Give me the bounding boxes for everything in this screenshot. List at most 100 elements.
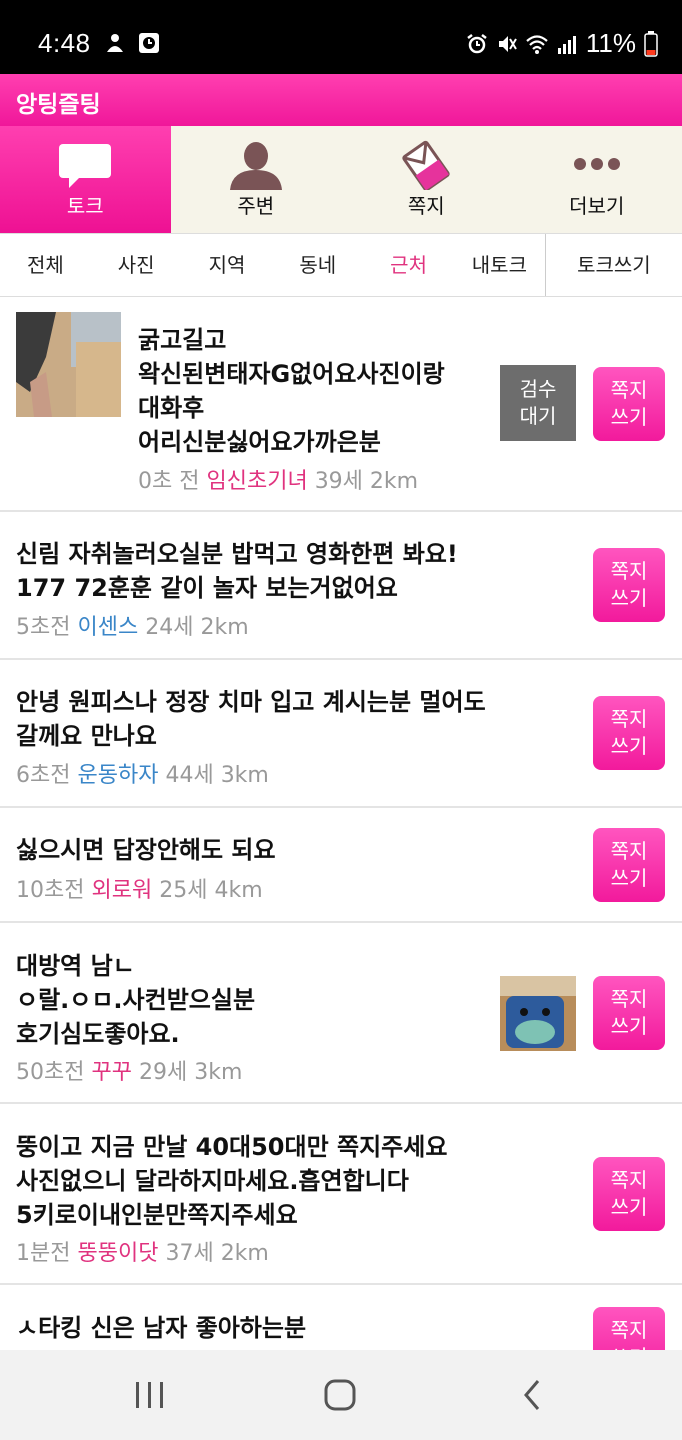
back-icon[interactable] [502, 1370, 562, 1420]
post-meta: 0초 전 임신초기녀 39세 2km [138, 463, 418, 495]
post-text-line: 갈께요 만나요 [16, 722, 157, 750]
post-distance: 4km [214, 878, 263, 903]
home-icon[interactable] [310, 1370, 370, 1420]
post-age: 37세 [165, 1241, 214, 1266]
subtab-photo[interactable]: 사진 [91, 234, 182, 296]
send-message-button[interactable]: 쪽지 쓰기 [593, 1157, 665, 1231]
send-message-button[interactable]: 쪽지 쓰기 [593, 548, 665, 622]
post-distance: 3km [194, 1060, 243, 1085]
post-photo-thumbnail[interactable] [500, 976, 576, 1051]
post-time: 50초전 [16, 1060, 85, 1085]
button-label-line2: 쓰기 [610, 734, 648, 758]
photo-image [16, 312, 121, 417]
post-photo-thumbnail[interactable] [16, 312, 121, 417]
battery-icon [644, 30, 658, 57]
list-item[interactable]: 뚱이고 지금 만날 40대50대만 쪽지주세요 사진없으니 달라하지마세요.흡연… [0, 1104, 682, 1285]
post-time: 6초전 [16, 763, 71, 788]
list-item[interactable]: 대방역 남ㄴ ㅇ랄.ㅇㅁ.사컨받으실분 호기심도좋아요. 50초전 꾸꾸 29세… [0, 923, 682, 1104]
subtab-my-talk[interactable]: 내토크 [454, 234, 545, 296]
button-label-line1: 쪽지 [610, 559, 648, 583]
tab-nearby[interactable]: 주변 [171, 126, 342, 233]
post-nickname[interactable]: 운동하자 [77, 763, 158, 788]
post-distance: 2km [200, 615, 249, 640]
tab-talk[interactable]: 토크 [0, 126, 171, 233]
signal-icon [557, 35, 576, 54]
list-item[interactable]: 신림 자취놀러오실분 밥먹고 영화한편 봐요! 177 72훈훈 같이 놀자 보… [0, 512, 682, 660]
post-meta: 50초전 꾸꾸 29세 3km [16, 1054, 242, 1086]
post-meta: 6초전 운동하자 44세 3km [16, 757, 269, 789]
post-text-line: 굵고길고 [138, 326, 227, 354]
tab-label: 토크 [66, 194, 104, 218]
subtab-neighborhood[interactable]: 동네 [272, 234, 363, 296]
post-text-line: 뚱이고 지금 만날 40대50대만 쪽지주세요 [16, 1133, 448, 1161]
post-nickname[interactable]: 이센스 [77, 615, 138, 640]
person-silhouette-icon [229, 142, 282, 190]
post-time: 0초 전 [138, 469, 200, 494]
post-text-line: 대화후 [138, 394, 205, 422]
recent-apps-icon[interactable] [120, 1370, 180, 1420]
list-item[interactable]: 안녕 원피스나 정장 치마 입고 계시는분 멀어도 갈께요 만나요 6초전 운동… [0, 660, 682, 808]
main-tab-bar: 토크 주변 쪽지 더보기 [0, 126, 682, 234]
post-text-line: ㅅ타킹 신은 남자 좋아하는분 [16, 1314, 307, 1342]
post-nickname[interactable]: 꾸꾸 [91, 1060, 131, 1085]
post-nickname[interactable]: 외로워 [91, 878, 152, 903]
post-text-line: 5키로이내인분만쪽지주세요 [16, 1201, 298, 1229]
tab-more[interactable]: 더보기 [512, 126, 682, 233]
post-meta: 10초전 외로워 25세 4km [16, 872, 263, 904]
post-text-line: 대방역 남ㄴ [16, 952, 135, 980]
post-time: 1분전 [16, 1241, 71, 1266]
app-header: 앙팅즐팅 [0, 74, 682, 126]
send-message-button[interactable]: 쪽지 쓰기 [593, 696, 665, 770]
subtab-nearby[interactable]: 근처 [363, 234, 454, 296]
post-text-line: 사진없으니 달라하지마세요.흡연합니다 [16, 1167, 409, 1195]
post-text-line: 안녕 원피스나 정장 치마 입고 계시는분 멀어도 [16, 688, 486, 716]
subtab-region[interactable]: 지역 [182, 234, 273, 296]
button-label-line1: 쪽지 [610, 987, 648, 1011]
write-talk-button[interactable]: 토크쓰기 [544, 234, 682, 296]
post-text-line: 신림 자취놀러오실분 밥먹고 영화한편 봐요! [16, 540, 458, 568]
post-nickname[interactable]: 임신초기녀 [206, 469, 307, 494]
more-dots-icon [573, 158, 620, 170]
list-item[interactable]: 굵고길고 왁신된변태자G없어요사진이랑 대화후 어리신분싫어요가까은분 0초 전… [0, 297, 682, 512]
review-pending-badge: 검수 대기 [500, 365, 576, 441]
button-label-line2: 쓰기 [610, 586, 648, 610]
app-title: 앙팅즐팅 [16, 92, 101, 118]
subtab-all[interactable]: 전체 [0, 234, 91, 296]
post-text-line: 177 72훈훈 같이 놀자 보는거없어요 [16, 574, 398, 602]
post-text-line: ㅇ랄.ㅇㅁ.사컨받으실분 [16, 986, 256, 1014]
wifi-icon [526, 34, 548, 54]
send-message-button[interactable]: 쪽지 쓰기 [593, 828, 665, 902]
post-text-line: 호기심도좋아요. [16, 1020, 180, 1048]
post-distance: 2km [369, 469, 419, 494]
mute-icon [498, 35, 517, 52]
button-label-line1: 쪽지 [610, 1168, 648, 1192]
button-label-line1: 쪽지 [610, 378, 648, 402]
sub-tab-bar: 전체 사진 지역 동네 근처 내토크 토크쓰기 [0, 234, 682, 297]
status-time: 4:48 [38, 28, 91, 58]
post-nickname[interactable]: 뚱뚱이닷 [77, 1241, 158, 1266]
send-message-button[interactable]: 쪽지 쓰기 [593, 367, 665, 441]
post-text-line: 싫으시면 답장안해도 되요 [16, 836, 276, 864]
tab-label: 쪽지 [407, 194, 445, 218]
button-label-line2: 쓰기 [610, 1195, 648, 1219]
post-age: 29세 [138, 1060, 188, 1085]
button-label-line2: 쓰기 [610, 405, 648, 429]
post-text-line: 왁신된변태자G없어요사진이랑 [138, 360, 445, 388]
send-message-button[interactable]: 쪽지 쓰기 [593, 976, 665, 1050]
post-time: 10초전 [16, 878, 85, 903]
person-icon [107, 34, 123, 52]
system-nav-bar [0, 1350, 682, 1440]
tab-notes[interactable]: 쪽지 [341, 126, 512, 233]
post-text-line: 어리신분싫어요가까은분 [138, 428, 381, 456]
post-time: 5초전 [16, 615, 71, 640]
list-item[interactable]: 싫으시면 답장안해도 되요 10초전 외로워 25세 4km 쪽지 쓰기 [0, 808, 682, 923]
talk-feed: 굵고길고 왁신된변태자G없어요사진이랑 대화후 어리신분싫어요가까은분 0초 전… [0, 297, 682, 1381]
review-line2: 대기 [519, 404, 557, 428]
chat-bubble-icon [59, 144, 112, 188]
post-distance: 2km [220, 1241, 269, 1266]
tab-label: 더보기 [569, 194, 625, 218]
post-distance: 3km [220, 763, 269, 788]
alarm-icon [467, 33, 487, 53]
post-age: 25세 [159, 878, 208, 903]
post-age: 24세 [145, 615, 194, 640]
